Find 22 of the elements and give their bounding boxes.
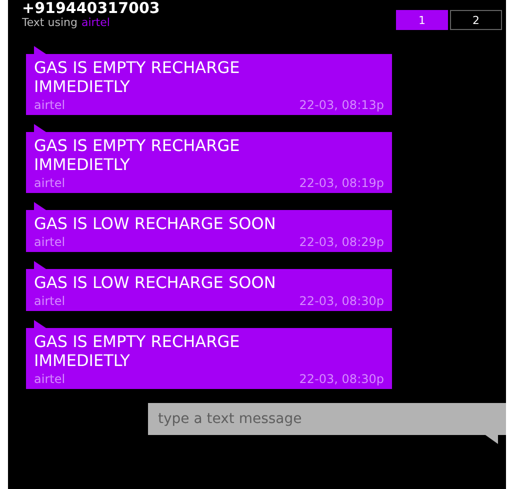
- message-text: GAS IS LOW RECHARGE SOON: [34, 273, 277, 292]
- message-time: 22-03, 08:29p: [299, 235, 384, 249]
- message-text: GAS IS EMPTY RECHARGE IMMEDIETLY: [34, 332, 241, 370]
- message-text: GAS IS EMPTY RECHARGE IMMEDIETLY: [34, 136, 241, 174]
- message-text: GAS IS EMPTY RECHARGE IMMEDIETLY: [34, 58, 241, 96]
- subtitle-label: Text using: [22, 16, 78, 29]
- message-input[interactable]: type a text message: [148, 403, 506, 435]
- carrier-link[interactable]: airtel: [81, 16, 110, 29]
- message-sender: airtel: [34, 372, 66, 386]
- message-time: 22-03, 08:19p: [299, 176, 384, 190]
- message-sender: airtel: [34, 294, 66, 308]
- contact-number: +919440317003: [22, 0, 160, 16]
- message-text: GAS IS LOW RECHARGE SOON: [34, 214, 277, 233]
- message-sender: airtel: [34, 98, 66, 112]
- message-time: 22-03, 08:13p: [299, 98, 384, 112]
- bubble-tail-icon: [484, 434, 498, 444]
- message-sender: airtel: [34, 176, 66, 190]
- message-time: 22-03, 08:30p: [299, 294, 384, 308]
- sim-tab[interactable]: 1: [396, 10, 448, 30]
- message-sender: airtel: [34, 235, 66, 249]
- message-time: 22-03, 08:30p: [299, 372, 384, 386]
- sim-tab[interactable]: 2: [450, 10, 502, 30]
